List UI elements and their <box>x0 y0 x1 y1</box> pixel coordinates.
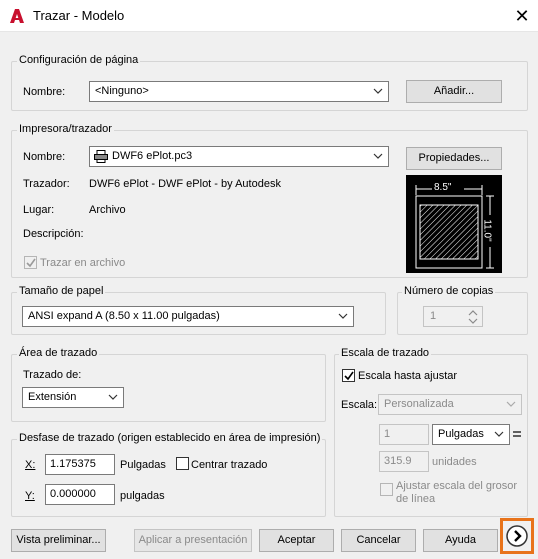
paper-size-value: ANSI expand A (8.50 x 11.00 pulgadas) <box>28 310 220 322</box>
checkmark-icon <box>26 258 36 268</box>
window-title: Trazar - Modelo <box>33 8 125 23</box>
scale-lineweights-label-1: Ajustar escala del grosor <box>396 480 518 492</box>
printer-group-label: Impresora/trazador <box>17 123 114 135</box>
page-setup-name-dropdown[interactable]: <Ninguno> <box>89 81 389 102</box>
offset-y-label: Y: <box>25 490 35 502</box>
plot-area-what-dropdown[interactable]: Extensión <box>22 387 124 408</box>
chevron-down-icon <box>494 425 504 444</box>
copies-group-label: Número de copias <box>402 285 496 297</box>
preview-width-label: 8.5" <box>434 182 452 193</box>
copies-value: 1 <box>430 310 437 322</box>
page-setup-name-label: Nombre: <box>23 86 66 98</box>
offset-y-unit: pulgadas <box>120 490 165 502</box>
equals-icon <box>513 431 521 437</box>
chevron-down-icon <box>338 307 348 326</box>
scale-unit-dropdown[interactable]: Pulgadas <box>432 424 510 445</box>
center-plot-checkbox[interactable] <box>176 457 189 470</box>
cancel-button[interactable]: Cancelar <box>341 529 416 552</box>
apply-to-layout-button[interactable]: Aplicar a presentación <box>134 529 252 552</box>
printer-properties-button[interactable]: Propiedades... <box>406 147 502 170</box>
scale-ratio-right-input[interactable]: 315.9 <box>379 451 429 472</box>
location-label: Lugar: <box>23 204 55 216</box>
more-options-button[interactable] <box>500 518 534 554</box>
offset-x-unit: Pulgadas <box>120 459 166 471</box>
plotter-value: DWF6 ePlot - DWF ePlot - by Autodesk <box>89 178 281 190</box>
chevron-down-icon <box>373 147 383 166</box>
spinner-up-icon[interactable] <box>468 310 478 316</box>
plot-area-group-label: Área de trazado <box>17 347 100 359</box>
chevron-right-circle-icon <box>506 525 528 547</box>
spinner-down-icon[interactable] <box>468 318 478 324</box>
paper-size-dropdown[interactable]: ANSI expand A (8.50 x 11.00 pulgadas) <box>22 306 354 327</box>
printer-name-dropdown[interactable]: DWF6 ePlot.pc3 <box>89 146 389 167</box>
ok-button[interactable]: Aceptar <box>259 529 334 552</box>
plot-scale-group-label: Escala de trazado <box>339 347 432 359</box>
plot-offset-group <box>11 439 326 517</box>
center-plot-label: Centrar trazado <box>191 459 268 471</box>
plotter-icon <box>94 150 108 163</box>
offset-y-input[interactable]: 0.000000 <box>45 484 115 505</box>
fit-to-paper-checkbox[interactable] <box>342 369 355 382</box>
add-page-setup-button[interactable]: Añadir... <box>406 80 502 103</box>
scale-ratio-left-input[interactable]: 1 <box>379 424 429 445</box>
units-label: unidades <box>432 456 477 468</box>
printer-name-label: Nombre: <box>23 151 66 163</box>
preview-button[interactable]: Vista preliminar... <box>11 529 106 552</box>
scale-unit-value: Pulgadas <box>438 428 484 440</box>
plot-to-file-checkbox[interactable] <box>24 256 37 269</box>
description-label: Descripción: <box>23 228 84 240</box>
page-setup-name-value: <Ninguno> <box>95 85 149 97</box>
autocad-logo-icon <box>10 9 24 23</box>
printer-name-value: DWF6 ePlot.pc3 <box>112 150 193 162</box>
chevron-down-icon <box>506 395 516 414</box>
chevron-down-icon <box>373 82 383 101</box>
scale-lineweights-checkbox[interactable] <box>380 483 393 496</box>
chevron-down-icon <box>108 388 118 407</box>
fit-to-paper-label: Escala hasta ajustar <box>358 370 458 382</box>
scale-lineweights-label-2: de línea <box>396 493 436 505</box>
plot-area-what-label: Trazado de: <box>23 369 82 381</box>
scale-dropdown[interactable]: Personalizada <box>378 394 522 415</box>
paper-size-group-label: Tamaño de papel <box>17 285 106 297</box>
close-icon: ✕ <box>514 6 530 26</box>
preview-height-label: 11.0" <box>481 219 493 242</box>
offset-x-input[interactable]: 1.175375 <box>45 454 115 475</box>
copies-input[interactable]: 1 <box>423 306 483 327</box>
checkmark-icon <box>344 371 354 381</box>
paper-preview: 8.5" 11.0" <box>406 175 502 273</box>
location-value: Archivo <box>89 204 126 216</box>
plot-area-what-value: Extensión <box>28 391 77 403</box>
scale-value: Personalizada <box>384 398 454 410</box>
page-setup-group-label: Configuración de página <box>17 54 141 66</box>
plot-to-file-label: Trazar en archivo <box>40 257 126 269</box>
plotter-label: Trazador: <box>23 178 70 190</box>
title-bar: Trazar - Modelo ✕ <box>0 0 538 32</box>
help-button[interactable]: Ayuda <box>423 529 498 552</box>
offset-x-label: X: <box>25 459 36 471</box>
close-button[interactable]: ✕ <box>510 5 534 27</box>
plot-offset-group-label: Desfase de trazado (origen establecido e… <box>17 432 323 444</box>
scale-label: Escala: <box>341 399 378 411</box>
